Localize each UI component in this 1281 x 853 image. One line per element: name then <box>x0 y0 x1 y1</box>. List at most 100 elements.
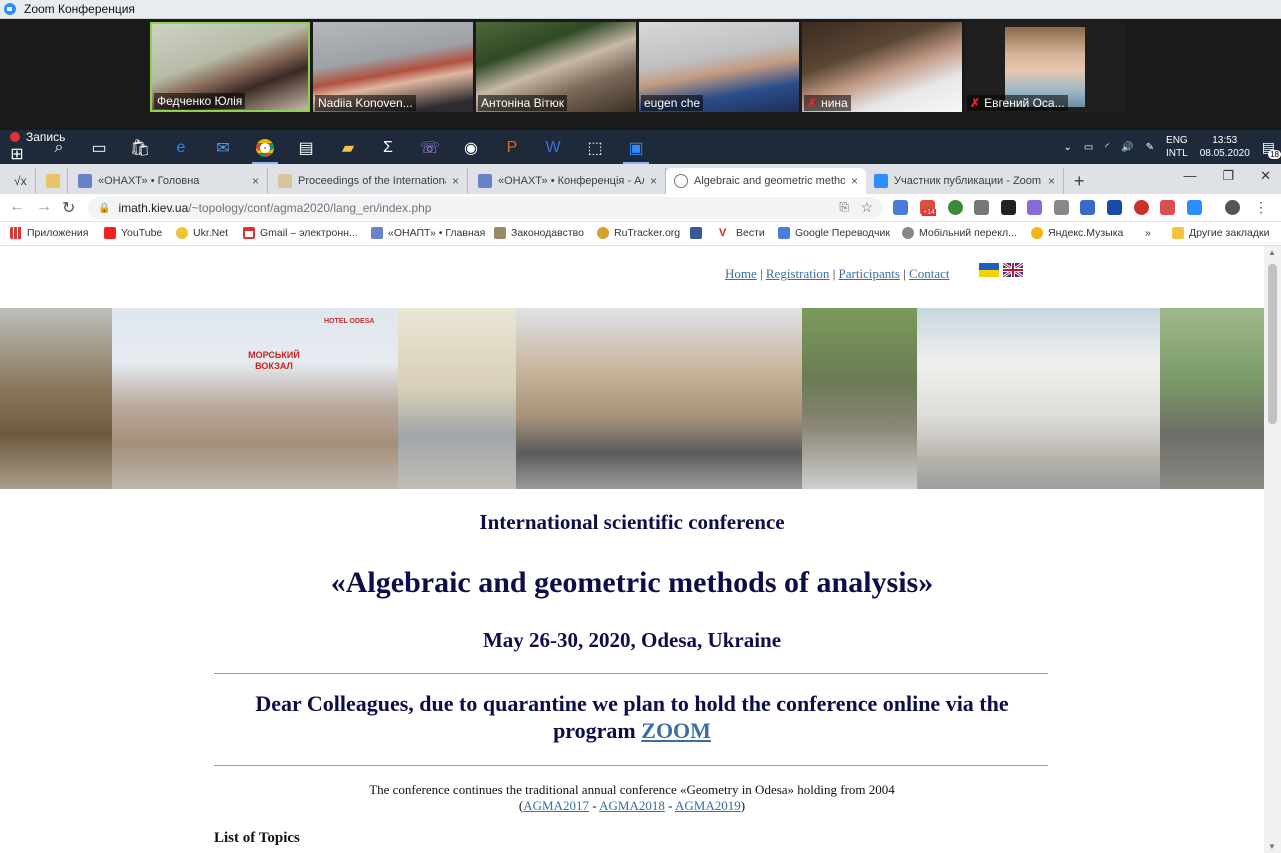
bookmark-legislation[interactable]: Законодавство <box>494 227 584 239</box>
chrome-icon[interactable] <box>250 134 280 164</box>
wifi-icon[interactable]: ◜ <box>1105 142 1109 153</box>
ext-camera-icon[interactable] <box>1080 200 1095 215</box>
tray-chevron-icon[interactable]: ⌄ <box>1063 142 1071 153</box>
app-circle-icon[interactable]: ◉ <box>456 134 486 162</box>
mail-ext-icon[interactable]: +14 <box>920 200 936 216</box>
volume-icon[interactable]: 🔊 <box>1121 142 1133 153</box>
translate-ext-icon[interactable] <box>893 200 908 215</box>
nav-link-registration[interactable]: Registration <box>766 266 830 281</box>
close-icon[interactable]: × <box>851 174 858 188</box>
profile-icon[interactable] <box>1225 200 1240 215</box>
pinned-tab-sqrt[interactable]: √x <box>8 168 36 194</box>
bookmark-google-translate[interactable]: Google Переводчик <box>778 227 890 239</box>
menu-icon[interactable]: ⋮ <box>1254 199 1268 216</box>
pinned-tab-notes[interactable] <box>38 168 68 194</box>
url-field[interactable]: 🔒 imath.kiev.ua/~topology/conf/agma2020/… <box>88 197 883 219</box>
adblock-icon[interactable] <box>1134 200 1149 215</box>
ext-id-icon[interactable] <box>1107 200 1122 215</box>
agma2019-link[interactable]: AGMA2019 <box>675 798 741 813</box>
scroll-up-icon[interactable]: ▲ <box>1268 248 1276 257</box>
site-favicon <box>371 227 383 239</box>
tab-onaht-home[interactable]: «ОНАХТ» • Головна × <box>70 168 268 194</box>
tab-agma-active[interactable]: Algebraic and geometric methods × <box>666 168 866 194</box>
more-bookmarks-button[interactable]: » <box>1145 227 1151 239</box>
pdf-ext-icon[interactable] <box>1160 200 1175 215</box>
forward-icon[interactable]: → <box>36 198 52 216</box>
bookmark-apps[interactable]: Приложения <box>10 227 88 239</box>
bookmark-vesti[interactable]: V Вести <box>719 227 765 239</box>
store-icon[interactable]: 🛍 <box>125 134 155 162</box>
nav-link-participants[interactable]: Participants <box>839 266 900 281</box>
minimize-icon[interactable]: — <box>1183 168 1196 184</box>
uk-flag-icon[interactable] <box>1003 263 1023 277</box>
folder-icon[interactable]: ▰ <box>333 134 363 162</box>
close-icon[interactable]: × <box>1048 174 1055 188</box>
battery-icon[interactable]: ▭ <box>1084 142 1093 153</box>
viber-icon[interactable]: ☏ <box>415 134 445 162</box>
new-tab-button[interactable]: + <box>1066 168 1096 194</box>
agma2017-link[interactable]: AGMA2017 <box>523 798 589 813</box>
tab-proceedings[interactable]: Proceedings of the International × <box>270 168 468 194</box>
language-indicator[interactable]: ENG INTL <box>1166 134 1188 160</box>
ext-green-icon[interactable] <box>948 200 963 215</box>
scrollbar-thumb[interactable] <box>1268 264 1277 424</box>
bookmark-facebook[interactable] <box>690 227 707 239</box>
nav-link-contact[interactable]: Contact <box>909 266 949 281</box>
reload-icon[interactable]: ↻ <box>62 198 75 218</box>
bookmark-onapt[interactable]: «ОНАПТ» • Главная <box>371 227 485 239</box>
restore-icon[interactable]: ❐ <box>1222 168 1234 184</box>
close-icon[interactable]: × <box>452 174 459 188</box>
ext-box-icon[interactable] <box>974 200 989 215</box>
tab-onaht-conference[interactable]: «ОНАХТ» • Конференція - Алгеб × <box>470 168 666 194</box>
star-icon[interactable]: ☆ <box>860 199 873 216</box>
tab-zoom-participant[interactable]: Участник публикации - Zoom × <box>866 168 1064 194</box>
bookmark-mobile-translator[interactable]: Мобільний перекл... <box>902 227 1017 239</box>
bookmark-rutracker[interactable]: RuTracker.org <box>597 227 680 239</box>
search-icon[interactable]: ⌕ <box>44 134 74 162</box>
ext-dark-icon[interactable] <box>1001 200 1016 215</box>
math-app-icon[interactable]: Σ <box>373 134 403 162</box>
page-scrollbar[interactable]: ▲ ▼ <box>1264 246 1281 853</box>
close-icon[interactable]: × <box>650 174 657 188</box>
zoom-ext-icon[interactable] <box>1187 200 1202 215</box>
address-toolbar: ← → ↻ 🔒 imath.kiev.ua/~topology/conf/agm… <box>0 194 1281 222</box>
participant-tile[interactable]: Антоніна Вітюк <box>476 22 636 112</box>
other-bookmarks-folder[interactable]: Другие закладки <box>1172 227 1269 239</box>
edge-icon[interactable]: e <box>166 134 196 162</box>
files-icon[interactable]: ▤ <box>291 134 321 162</box>
zoom-link[interactable]: ZOOM <box>641 718 711 743</box>
clock[interactable]: 13:53 08.05.2020 <box>1200 134 1250 160</box>
ukraine-flag-icon[interactable] <box>979 263 999 277</box>
translate-icon[interactable]: ⎘ <box>839 200 849 215</box>
bookmark-yandex-music[interactable]: Яндекс.Музыка <box>1031 227 1123 239</box>
participant-tile[interactable]: ✗ нина <box>802 22 962 112</box>
nav-link-home[interactable]: Home <box>725 266 757 281</box>
word-icon[interactable]: W <box>538 134 568 162</box>
back-icon[interactable]: ← <box>9 198 25 216</box>
notifications-icon[interactable]: ▤ 18 <box>1262 139 1281 159</box>
pen-icon[interactable]: ✎ <box>1146 142 1154 153</box>
web-page: Home | Registration | Participants | Con… <box>0 246 1264 853</box>
close-icon[interactable]: × <box>252 174 259 188</box>
scroll-down-icon[interactable]: ▼ <box>1268 842 1276 851</box>
banner-photo-duke-monument <box>398 308 516 489</box>
participant-tile[interactable]: ✗ Евгений Оса... <box>965 22 1125 112</box>
bookmark-youtube[interactable]: YouTube <box>104 227 162 239</box>
ext-pen-icon[interactable] <box>1027 200 1042 215</box>
participant-tile[interactable]: eugen che <box>639 22 799 112</box>
task-view-icon[interactable]: ▭ <box>84 134 114 162</box>
conference-history: The conference continues the traditional… <box>369 782 895 813</box>
zoom-icon <box>4 3 16 15</box>
tab-label: Proceedings of the International <box>298 175 446 187</box>
close-window-icon[interactable]: ✕ <box>1260 168 1271 184</box>
ext-film-icon[interactable] <box>1054 200 1069 215</box>
network-app-icon[interactable]: ⬚ <box>580 134 610 162</box>
agma2018-link[interactable]: AGMA2018 <box>599 798 665 813</box>
mail-icon[interactable]: ✉ <box>208 134 238 162</box>
participant-tile[interactable]: Nadiia Konoven... <box>313 22 473 112</box>
powerpoint-icon[interactable]: P <box>497 134 527 162</box>
zoom-taskbar-icon[interactable]: ▣ <box>621 134 651 164</box>
bookmark-ukrnet[interactable]: Ukr.Net <box>176 227 228 239</box>
bookmark-gmail[interactable]: Gmail – электронн... <box>243 227 358 239</box>
participant-tile[interactable]: Федченко Юлія <box>150 22 310 112</box>
